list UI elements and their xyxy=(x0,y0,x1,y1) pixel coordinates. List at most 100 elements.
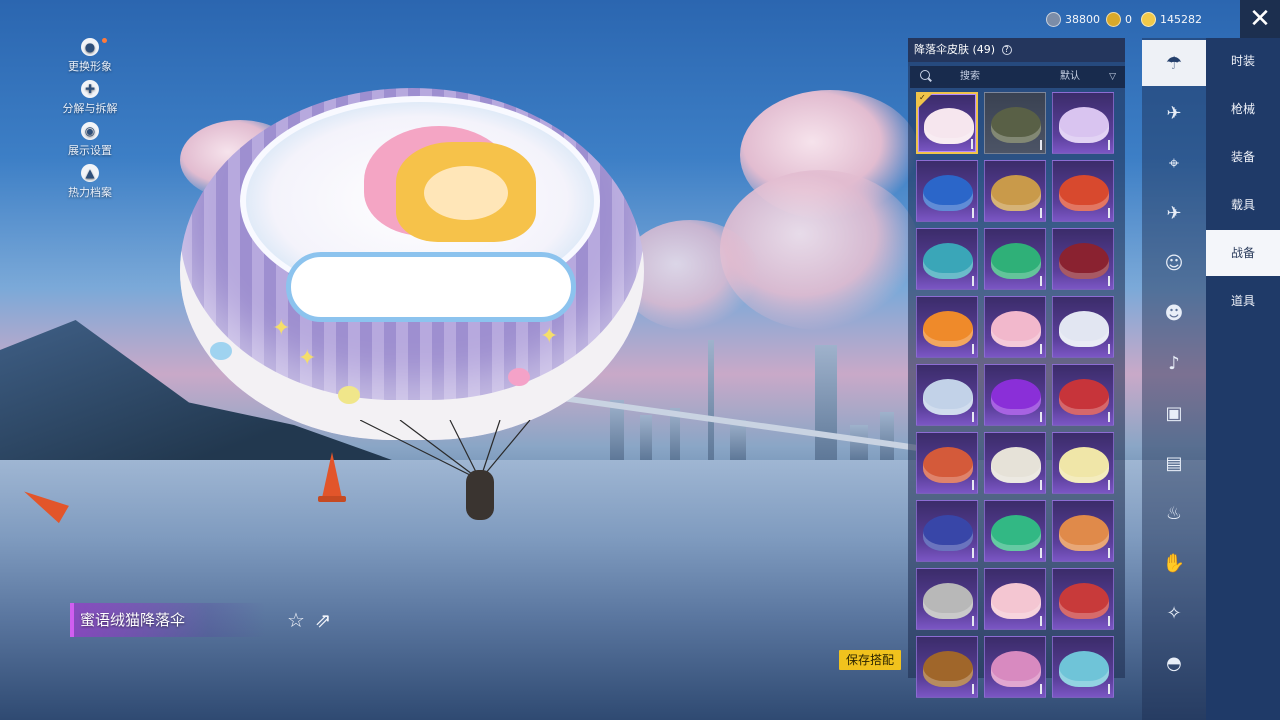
skin-tile[interactable] xyxy=(984,364,1046,426)
chevron-down-icon: ▽ xyxy=(1109,72,1116,82)
change-avatar-button[interactable]: ● 更换形象 xyxy=(60,38,120,74)
parachute-skin-thumbnail xyxy=(924,108,974,144)
skin-tile[interactable] xyxy=(984,568,1046,630)
silver-currency[interactable]: 38800 xyxy=(1046,10,1100,28)
tab-0[interactable]: 时装 xyxy=(1206,38,1280,84)
category-tabs: 时装枪械装备载具战备道具 xyxy=(1206,38,1280,720)
search-icon xyxy=(920,70,930,80)
close-icon: ✕ xyxy=(1249,4,1271,34)
heat-archive-label: 热力档案 xyxy=(68,186,112,199)
gold-currency[interactable]: 0 xyxy=(1106,10,1132,28)
quality-bar xyxy=(1108,480,1110,490)
decompose-label: 分解与拆解 xyxy=(62,102,118,115)
parachute-skin-thumbnail xyxy=(1059,379,1109,415)
parachute-skin-thumbnail xyxy=(991,243,1041,279)
item-name: 蜜语绒猫降落伞 xyxy=(80,611,186,629)
info-icon[interactable]: ? xyxy=(1001,45,1012,55)
drone-icon[interactable]: ⌖ xyxy=(1142,140,1206,186)
save-outfit-button[interactable]: 保存搭配 xyxy=(839,650,901,670)
skin-panel: 降落伞皮肤 (49) ? 搜索 默认 ▽ xyxy=(908,38,1125,698)
skin-tile[interactable] xyxy=(916,92,978,154)
share-button[interactable]: ⇗ xyxy=(311,608,335,632)
tab-label: 道具 xyxy=(1230,294,1255,308)
skin-tile[interactable] xyxy=(1052,500,1114,562)
coupon-currency[interactable]: 145282 xyxy=(1141,10,1202,28)
skin-tile[interactable] xyxy=(984,432,1046,494)
quality-bar xyxy=(1108,684,1110,694)
skin-tile[interactable] xyxy=(984,500,1046,562)
emote-icon[interactable]: ☺ xyxy=(1142,240,1206,286)
glider-icon[interactable]: ✈ xyxy=(1142,90,1206,136)
parachute-skin-thumbnail xyxy=(991,311,1041,347)
parachute-skin-thumbnail xyxy=(1059,107,1109,143)
search-input[interactable]: 搜索 xyxy=(960,70,980,84)
skin-tile[interactable] xyxy=(984,160,1046,222)
photo-icon[interactable]: ▤ xyxy=(1142,440,1206,486)
favorite-button[interactable]: ☆ xyxy=(284,608,308,632)
decompose-button[interactable]: ✚ 分解与拆解 xyxy=(60,80,120,116)
tab-label: 枪械 xyxy=(1230,102,1255,116)
skin-tile[interactable] xyxy=(984,92,1046,154)
quality-bar xyxy=(1108,276,1110,286)
fire-extinguisher-icon[interactable]: ♨ xyxy=(1142,490,1206,536)
tab-1[interactable]: 枪械 xyxy=(1206,86,1280,132)
parachute-skin-thumbnail xyxy=(991,379,1041,415)
hand-gesture-icon[interactable]: ✋ xyxy=(1142,540,1206,586)
skin-tile[interactable] xyxy=(1052,92,1114,154)
skin-tile[interactable] xyxy=(916,296,978,358)
tab-label: 时装 xyxy=(1230,54,1255,68)
skin-tile[interactable] xyxy=(916,568,978,630)
tab-5[interactable]: 道具 xyxy=(1206,278,1280,324)
parachute-skin-thumbnail xyxy=(923,379,973,415)
quality-bar xyxy=(972,208,974,218)
sparkle-wand-icon[interactable]: ✧ xyxy=(1142,590,1206,636)
skin-tile[interactable] xyxy=(984,296,1046,358)
skin-tile[interactable] xyxy=(916,228,978,290)
skin-tile[interactable] xyxy=(1052,228,1114,290)
close-button[interactable]: ✕ xyxy=(1240,0,1280,40)
parachute-icon[interactable]: ☂ xyxy=(1142,40,1206,86)
parachute-skin-thumbnail xyxy=(1059,583,1109,619)
tab-label: 装备 xyxy=(1230,150,1255,164)
skin-tile[interactable] xyxy=(916,500,978,562)
landing-effect-icon[interactable]: ◓ xyxy=(1142,640,1206,686)
voice-icon[interactable]: ♪ xyxy=(1142,340,1206,386)
parachute-skin-thumbnail xyxy=(991,651,1041,687)
skin-tile[interactable] xyxy=(1052,296,1114,358)
skin-tile[interactable] xyxy=(1052,364,1114,426)
skin-tile[interactable] xyxy=(1052,636,1114,698)
tab-2[interactable]: 装备 xyxy=(1206,134,1280,180)
quality-bar xyxy=(1040,412,1042,422)
coupon-amount: 145282 xyxy=(1160,12,1202,26)
plane-icon[interactable]: ✈ xyxy=(1142,190,1206,236)
skin-tile[interactable] xyxy=(916,160,978,222)
quality-bar xyxy=(1108,140,1110,150)
skin-tile[interactable] xyxy=(916,432,978,494)
skin-tile[interactable] xyxy=(984,636,1046,698)
sort-dropdown[interactable]: 默认 ▽ xyxy=(1060,70,1120,84)
parachute-skin-thumbnail xyxy=(991,515,1041,551)
skin-tile[interactable] xyxy=(1052,432,1114,494)
parachute-skin-thumbnail xyxy=(923,175,973,211)
badge-icon[interactable]: ▣ xyxy=(1142,390,1206,436)
quality-bar xyxy=(1040,140,1042,150)
equipped-check-icon xyxy=(918,94,932,108)
parachute-skin-thumbnail xyxy=(923,243,973,279)
parachute-model[interactable]: ✦ ✦ ✦ xyxy=(180,88,644,440)
tab-4[interactable]: 战备 xyxy=(1206,230,1280,276)
parachute-skin-thumbnail xyxy=(1059,515,1109,551)
star-icon: ☆ xyxy=(287,608,305,632)
skin-tile[interactable] xyxy=(916,364,978,426)
skin-tile[interactable] xyxy=(1052,160,1114,222)
companion-icon[interactable]: ☻ xyxy=(1142,290,1206,336)
skin-tile[interactable] xyxy=(984,228,1046,290)
skin-tile[interactable] xyxy=(916,636,978,698)
parachute-skin-thumbnail xyxy=(991,107,1041,143)
skin-tile[interactable] xyxy=(1052,568,1114,630)
skin-grid xyxy=(916,92,1118,698)
quality-bar xyxy=(1108,344,1110,354)
tab-3[interactable]: 载具 xyxy=(1206,182,1280,228)
display-settings-button[interactable]: ◉ 展示设置 xyxy=(60,122,120,158)
tab-label: 载具 xyxy=(1230,198,1255,212)
heat-archive-button[interactable]: ▲ 热力档案 xyxy=(60,164,120,200)
